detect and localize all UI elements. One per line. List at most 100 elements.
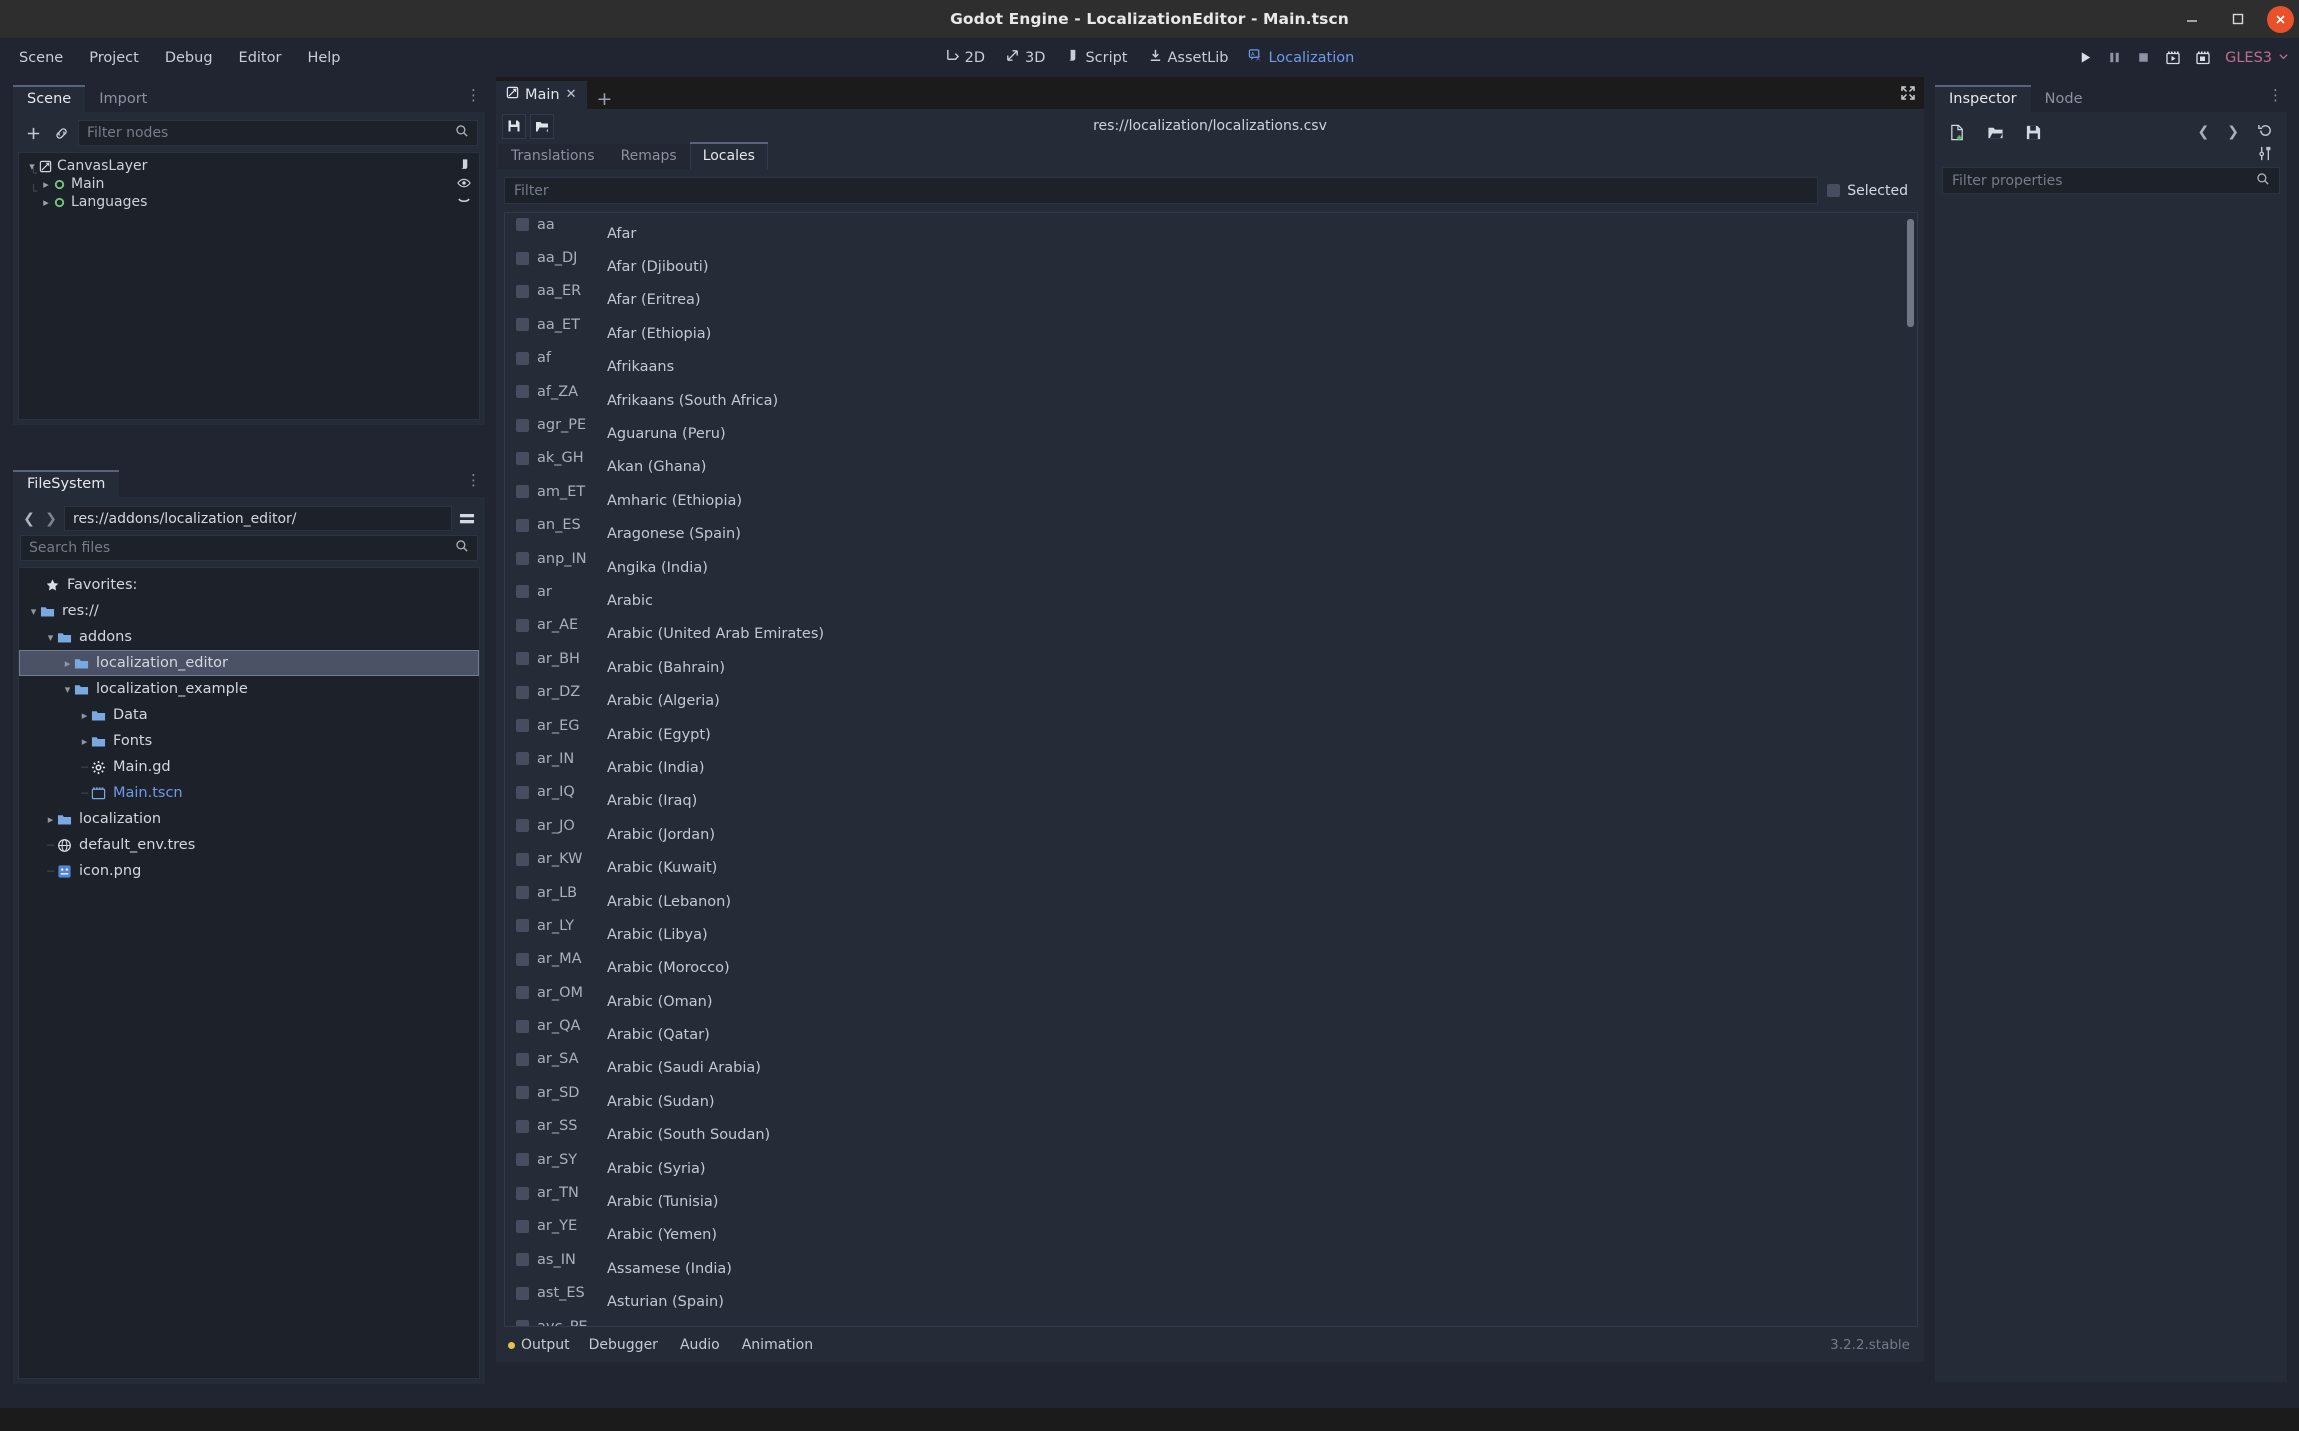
- locale-row[interactable]: ar_AEArabic (United Arab Emirates): [505, 614, 1917, 647]
- locale-row[interactable]: aaAfar: [505, 213, 1917, 246]
- tab-inspector[interactable]: Inspector: [1935, 85, 2031, 112]
- tab-localization[interactable]: A文 Localization: [1238, 44, 1364, 71]
- locale-checkbox[interactable]: [516, 1153, 529, 1166]
- chevron-right-icon[interactable]: ▸: [39, 196, 53, 209]
- locales-list[interactable]: aaAfaraa_DJAfar (Djibouti)aa_ERAfar (Eri…: [504, 212, 1918, 1327]
- locale-checkbox[interactable]: [516, 552, 529, 565]
- filesystem-item[interactable]: ▾localization_example: [19, 676, 479, 702]
- filesystem-item[interactable]: ▸localization_editor: [19, 650, 479, 676]
- locale-checkbox[interactable]: [516, 519, 529, 532]
- scene-node-canvaslayer[interactable]: ▾ CanvasLayer: [19, 157, 479, 175]
- locale-row[interactable]: an_ESAragonese (Spain): [505, 514, 1917, 547]
- scene-dock-menu-icon[interactable]: ⋮: [466, 88, 481, 103]
- locale-checkbox[interactable]: [516, 652, 529, 665]
- locale-row[interactable]: ar_SDArabic (Sudan): [505, 1081, 1917, 1114]
- filesystem-item[interactable]: ▾res://: [19, 598, 479, 624]
- locale-row[interactable]: ar_YEArabic (Yemen): [505, 1215, 1917, 1248]
- search-files-input[interactable]: Search files: [20, 535, 478, 561]
- chevron-right-icon[interactable]: ▸: [78, 709, 91, 722]
- menu-editor[interactable]: Editor: [226, 38, 295, 77]
- inspector-dock-menu-icon[interactable]: ⋮: [2268, 88, 2283, 103]
- locales-scrollbar[interactable]: [1907, 219, 1914, 1319]
- tab-translations[interactable]: Translations: [498, 144, 608, 169]
- locale-checkbox[interactable]: [516, 1086, 529, 1099]
- play-custom-scene-icon[interactable]: [2195, 50, 2211, 66]
- locale-checkbox[interactable]: [516, 986, 529, 999]
- locale-checkbox[interactable]: [516, 1187, 529, 1200]
- tab-2d[interactable]: 2D: [935, 44, 995, 71]
- locale-checkbox[interactable]: [516, 318, 529, 331]
- filesystem-item[interactable]: ─default_env.tres: [19, 832, 479, 858]
- tab-assetlib[interactable]: AssetLib: [1138, 44, 1239, 71]
- bottom-tab-debugger[interactable]: Debugger: [578, 1337, 669, 1353]
- bottom-tab-audio[interactable]: Audio: [669, 1337, 731, 1353]
- filter-nodes-input[interactable]: Filter nodes: [78, 120, 478, 146]
- locale-checkbox[interactable]: [516, 1287, 529, 1300]
- open-folder-button[interactable]: [530, 114, 554, 139]
- locale-checkbox[interactable]: [516, 1320, 529, 1327]
- tab-import[interactable]: Import: [85, 87, 161, 112]
- locale-checkbox[interactable]: [516, 1253, 529, 1266]
- locale-checkbox[interactable]: [516, 1120, 529, 1133]
- filesystem-item[interactable]: ▾addons: [19, 624, 479, 650]
- locale-row[interactable]: ak_GHAkan (Ghana): [505, 447, 1917, 480]
- tab-scene[interactable]: Scene: [13, 85, 85, 112]
- save-resource-icon[interactable]: [2022, 121, 2044, 143]
- locale-checkbox[interactable]: [516, 919, 529, 932]
- locale-row[interactable]: ar_OMArabic (Oman): [505, 981, 1917, 1014]
- locale-checkbox[interactable]: [516, 218, 529, 231]
- minimize-button[interactable]: [2169, 0, 2215, 38]
- history-icon[interactable]: [2257, 122, 2274, 143]
- locale-checkbox[interactable]: [516, 1020, 529, 1033]
- script-icon[interactable]: [458, 158, 471, 175]
- locale-checkbox[interactable]: [516, 786, 529, 799]
- locale-row[interactable]: af_ZAAfrikaans (South Africa): [505, 380, 1917, 413]
- filesystem-tree[interactable]: Favorites:▾res://▾addons▸localization_ed…: [18, 567, 480, 1379]
- bottom-tab-output[interactable]: Output: [502, 1337, 578, 1353]
- locale-row[interactable]: ar_LBArabic (Lebanon): [505, 881, 1917, 914]
- chevron-down-icon[interactable]: [457, 195, 471, 211]
- add-node-button[interactable]: [22, 122, 44, 144]
- locale-checkbox[interactable]: [516, 385, 529, 398]
- locale-row[interactable]: arArabic: [505, 580, 1917, 613]
- selected-checkbox[interactable]: Selected: [1827, 183, 1918, 199]
- tab-script[interactable]: Script: [1055, 44, 1137, 71]
- filesystem-item[interactable]: ▸Fonts: [19, 728, 479, 754]
- menu-debug[interactable]: Debug: [152, 38, 226, 77]
- filesystem-item[interactable]: ─Main.gd: [19, 754, 479, 780]
- tab-3d[interactable]: 3D: [995, 44, 1055, 71]
- bottom-tab-animation[interactable]: Animation: [731, 1337, 824, 1353]
- menu-scene[interactable]: Scene: [6, 38, 76, 77]
- locale-row[interactable]: ar_DZArabic (Algeria): [505, 680, 1917, 713]
- locale-row[interactable]: ar_EGArabic (Egypt): [505, 714, 1917, 747]
- close-button[interactable]: [2261, 0, 2299, 38]
- locale-row[interactable]: ayc_PESouthern Aymara (Peru): [505, 1315, 1917, 1327]
- locale-checkbox[interactable]: [516, 619, 529, 632]
- filesystem-item[interactable]: ─icon.png: [19, 858, 479, 884]
- locale-row[interactable]: ar_SYArabic (Syria): [505, 1148, 1917, 1181]
- next-icon[interactable]: ❯: [2227, 124, 2239, 140]
- chevron-right-icon[interactable]: ▸: [44, 813, 57, 826]
- back-icon[interactable]: ❮: [20, 511, 38, 527]
- stop-icon[interactable]: [2136, 50, 2151, 65]
- locale-checkbox[interactable]: [516, 752, 529, 765]
- locale-row[interactable]: ast_ESAsturian (Spain): [505, 1282, 1917, 1315]
- filter-properties-input[interactable]: Filter properties: [1942, 167, 2280, 194]
- locale-checkbox[interactable]: [516, 352, 529, 365]
- locale-checkbox[interactable]: [516, 1220, 529, 1233]
- chevron-right-icon[interactable]: ▸: [61, 657, 74, 670]
- filesystem-favorites-row[interactable]: Favorites:: [19, 572, 479, 598]
- locale-checkbox[interactable]: [516, 252, 529, 265]
- chevron-down-icon[interactable]: ▾: [61, 683, 74, 696]
- filesystem-item[interactable]: ▸localization: [19, 806, 479, 832]
- chevron-right-icon[interactable]: ▸: [78, 735, 91, 748]
- scene-node-main[interactable]: └ ▸ Main: [19, 175, 479, 193]
- locale-row[interactable]: aa_ETAfar (Ethiopia): [505, 313, 1917, 346]
- locale-checkbox[interactable]: [516, 719, 529, 732]
- locale-checkbox[interactable]: [516, 886, 529, 899]
- filesystem-dock-menu-icon[interactable]: ⋮: [466, 473, 481, 488]
- locale-checkbox[interactable]: [516, 853, 529, 866]
- chevron-down-icon[interactable]: ▾: [44, 631, 57, 644]
- chevron-down-icon[interactable]: ▾: [27, 605, 40, 618]
- toggle-split-mode-icon[interactable]: [456, 508, 478, 530]
